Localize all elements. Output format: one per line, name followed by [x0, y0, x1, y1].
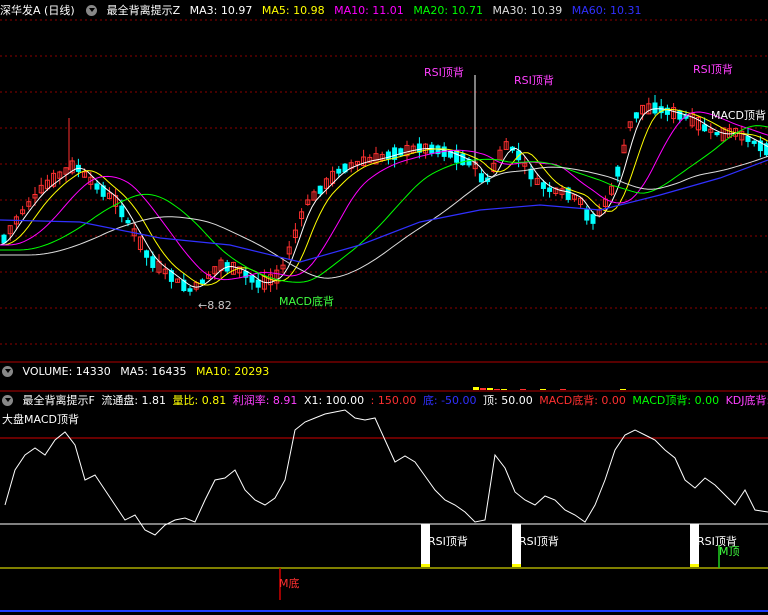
candle-down [677, 110, 683, 120]
candle-down [751, 140, 757, 144]
volume-header: VOLUME: 14330 MA5: 16435 MA10: 20293 [0, 363, 275, 381]
x1-value: X1: 100.00 [303, 394, 365, 407]
ma30-line [0, 155, 768, 279]
candle-down [144, 250, 150, 258]
dropdown-icon[interactable] [2, 365, 13, 377]
m-top-label: M顶 [719, 545, 740, 558]
rsi-top-label: RSI顶背 [693, 63, 733, 76]
candle-down [150, 256, 156, 268]
low-price-value: 8.82 [207, 299, 232, 312]
candle-down [547, 187, 553, 192]
macd-top-value: MACD顶背: 0.00 [632, 394, 720, 407]
candle-down [119, 205, 125, 218]
indicator-panel-title: 大盘MACD顶背 [2, 413, 79, 426]
macd-top-label: MACD顶背 [711, 109, 766, 122]
volume-bar [540, 389, 546, 390]
candle-down [584, 209, 590, 221]
volume-bar [480, 388, 486, 390]
oscillator-line [4, 409, 768, 536]
top-value: 顶: 50.00 [483, 394, 533, 407]
candle-down [714, 132, 720, 136]
macd-bottom-value: MACD底背: 0.00 [539, 394, 626, 407]
indicator-title[interactable]: 最全背离提示F [23, 394, 95, 407]
candle-down [94, 183, 100, 190]
candle-down [528, 168, 534, 180]
volume-bar [473, 387, 479, 390]
low-price-marker: ←8.82 [198, 299, 232, 312]
candle-down [590, 214, 596, 224]
candle-down [615, 166, 621, 177]
candlestick-chart[interactable] [0, 0, 768, 365]
candle-down [249, 275, 255, 283]
candle-down [100, 185, 106, 197]
rsi-signal-label: RSI顶背 [519, 535, 559, 548]
candle-down [478, 173, 484, 183]
volume-bar [494, 389, 500, 390]
candle-down [460, 153, 466, 166]
rsi-top-label: RSI顶背 [514, 74, 554, 87]
volume-bar [501, 389, 507, 390]
candle-down [540, 182, 546, 189]
candle-down [125, 220, 131, 224]
indicator-header: 最全背离提示F 流通盘: 1.81 量比: 0.81 利润率: 8.91 X1:… [0, 392, 768, 410]
volume-bar [520, 389, 526, 390]
candle-down [317, 185, 323, 194]
rsi-top-label: RSI顶背 [424, 66, 464, 79]
macd-bottom-label: MACD底背 [279, 295, 334, 308]
volume-bar [487, 388, 493, 390]
candle-down [385, 151, 391, 160]
volume-ma10: MA10: 20293 [195, 365, 270, 378]
kdj-bottom-value: KDJ底背: 0 [725, 394, 768, 407]
signal-bar-base [421, 564, 430, 567]
value-150: : 150.00 [370, 394, 417, 407]
candle-down [664, 107, 670, 115]
candle-down [336, 168, 342, 174]
rsi-signal-label: RSI顶背 [428, 535, 468, 548]
candle-down [652, 102, 658, 114]
signal-bar-base [690, 564, 699, 567]
volume-bar [620, 389, 626, 390]
volume-bar [560, 389, 566, 390]
float-value: 流通盘: 1.81 [101, 394, 167, 407]
profit-rate: 利润率: 8.91 [232, 394, 298, 407]
candle-down [633, 112, 639, 119]
volume-ma5: MA5: 16435 [120, 365, 187, 378]
m-bottom-label: M底 [279, 577, 300, 590]
candle-down [199, 279, 205, 284]
dropdown-icon[interactable] [2, 394, 13, 406]
candle-down [454, 150, 460, 163]
bottom-value: 底: -50.00 [422, 394, 477, 407]
volume-value[interactable]: VOLUME: 14330 [23, 365, 111, 378]
signal-bar-base [512, 564, 521, 567]
candle-down [187, 288, 193, 292]
volume-ratio: 量比: 0.81 [172, 394, 227, 407]
